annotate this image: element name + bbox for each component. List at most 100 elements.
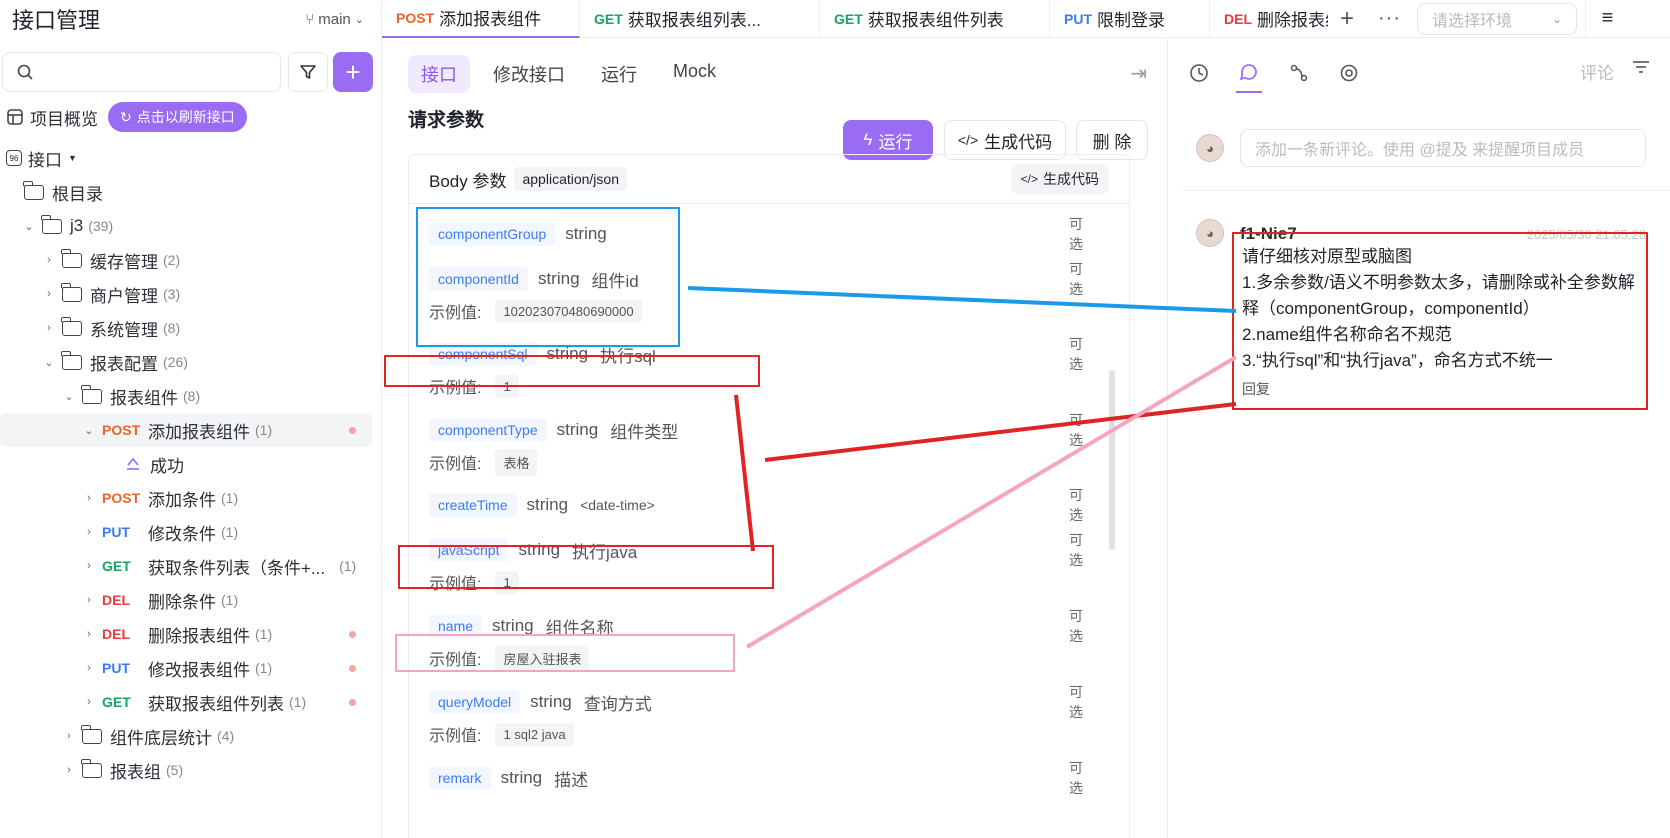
param-desc: 描述 [554,770,589,790]
chevron-right-icon: › [47,288,51,300]
tree-folder[interactable]: › 组件底层统计 (4) [0,719,372,753]
tab-item-active[interactable]: POST 添加报表组件 [382,0,580,38]
menu-button[interactable]: ≡ [1585,0,1629,38]
folder-icon [41,214,62,234]
refresh-button[interactable]: ↻ 点击以刷新接口 [108,102,247,132]
tree-example[interactable]: 成功 [0,447,372,481]
chevron-right-icon: › [87,696,91,708]
branch-selector[interactable]: ⑂ main ⌄ [305,11,364,28]
tab-item[interactable]: DEL 删除报表组 [1210,0,1328,38]
tree-folder[interactable]: ⌄ 报表配置 (26) [0,345,372,379]
comment-author-avatar: ◕ [1196,219,1224,247]
tree-count: (1) [221,592,239,608]
right-tabs [1186,53,1362,93]
history-icon[interactable] [1186,60,1212,86]
subtab-run[interactable]: 运行 [588,55,650,93]
comment-icon[interactable] [1236,53,1262,93]
comments-panel: 评论 ◕ 添加一条新评论。使用 @提及 来提醒项目成员 ◕ f1-Nie7 20… [1168,39,1670,838]
tree-count: (39) [88,218,114,234]
divider [1182,190,1670,191]
chevron-right-icon: › [87,526,91,538]
tree-endpoint[interactable]: › PUT 修改报表组件 (1) [0,651,372,685]
tree-endpoint-selected[interactable]: ⌄ POST 添加报表组件 (1) [0,413,372,447]
interfaces-section[interactable]: 96 接口 ▼ [0,141,372,175]
tree-endpoint[interactable]: › GET 获取报表组件列表 (1) [0,685,372,719]
method-badge: DEL [102,592,130,608]
example-value: 表格 [495,448,538,476]
collapse-panel-icon[interactable]: ⇥ [1130,61,1147,86]
search-input[interactable] [41,63,261,81]
tab-item[interactable]: GET 获取报表组件列表 [820,0,1050,38]
reply-link[interactable]: 回复 [1242,376,1638,402]
tree-folder-j3[interactable]: ⌄ j3 (39) [0,209,372,243]
filter-icon [300,65,316,79]
param-type: string [500,768,543,787]
tree-endpoint[interactable]: › POST 添加条件 (1) [0,481,372,515]
tree-folder[interactable]: › 报表组 (5) [0,753,372,787]
new-tab-button[interactable]: + [1328,5,1366,33]
tree-count: (1) [255,660,273,676]
filter-lines-icon[interactable] [1632,59,1650,80]
folder-icon [61,282,82,302]
tree-label: 商户管理 [90,286,158,306]
tree-endpoint[interactable]: › DEL 删除条件 (1) [0,583,372,617]
subtab-edit[interactable]: 修改接口 [480,55,578,93]
tree-folder[interactable]: › 缓存管理 (2) [0,243,372,277]
param-example: 示例值: 1 sql2 java [429,721,574,747]
param-optional: 可选 [1069,216,1083,252]
folder-icon [61,248,82,268]
branch-name: main [318,10,351,28]
tree-endpoint[interactable]: › GET 获取条件列表（条件+... (1) [0,549,372,583]
param-name: createTime [429,493,517,517]
comment-input[interactable]: 添加一条新评论。使用 @提及 来提醒项目成员 [1240,129,1646,167]
param-type: string [518,540,561,559]
tab-bar: POST 添加报表组件 GET 获取报表组列表... GET 获取报表组件列表 … [382,0,1670,38]
tree-folder[interactable]: ⌄ 报表组件 (8) [0,379,372,413]
params-scrollbar[interactable] [1109,370,1115,550]
param-example: 示例值: 房屋入驻报表 [429,644,590,672]
filter-button[interactable] [288,52,328,92]
more-tabs-button[interactable]: ··· [1366,7,1413,30]
delete-label: 删 除 [1092,132,1132,152]
tab-item[interactable]: GET 获取报表组列表... [580,0,820,38]
example-label: 示例值: [429,652,482,669]
subtab-interface[interactable]: 接口 [408,55,470,93]
param-optional: 可选 [1069,684,1083,720]
tree-label: 获取条件列表（条件+... [148,558,326,578]
add-button[interactable]: + [333,52,373,92]
param-row: remark string 描述 可选 [429,760,1083,796]
flow-icon[interactable] [1286,60,1312,86]
tree-folder[interactable]: › 系统管理 (8) [0,311,372,345]
tab-label: 删除报表组 [1257,11,1328,30]
code-icon: </> [957,132,979,148]
gen-small-label: 生成代码 [1043,171,1099,187]
environment-select[interactable]: 请选择环境 ⌄ [1417,2,1577,35]
tree-endpoint[interactable]: › PUT 修改条件 (1) [0,515,372,549]
tab-method: DEL [1224,10,1252,27]
tree-count: (8) [163,320,181,336]
gen-code-label: 生成代码 [984,132,1053,152]
tree-count: (1) [221,490,239,506]
tree-label: 获取报表组件列表 [148,694,284,714]
tab-item[interactable]: PUT 限制登录 [1050,0,1210,38]
tree-folder[interactable]: › 商户管理 (3) [0,277,372,311]
param-example: 示例值: 表格 [429,448,538,476]
overview-item[interactable]: 项目概览 ↻ 点击以刷新接口 [0,100,372,134]
subtab-mock[interactable]: Mock [660,55,729,93]
settings-icon[interactable] [1336,60,1362,86]
tree-count: (2) [163,252,181,268]
sidebar: 接口管理 ⑂ main ⌄ + 项目概览 ↻ 点击以刷新接口 96 接口 ▼ 根… [0,0,382,838]
param-row: queryModel string 查询方式 可选 [429,684,1083,720]
param-row: componentId string 组件id 可选 [429,261,1083,297]
tree-root[interactable]: 根目录 [0,175,372,209]
search-box[interactable] [2,52,281,92]
generate-code-small-button[interactable]: </> 生成代码 [1010,164,1109,194]
tree-label: 系统管理 [90,320,158,340]
tree-endpoint[interactable]: › DEL 删除报表组件 (1) [0,617,372,651]
comment-line: 请仔细核对原型或脑图 [1242,247,1412,266]
tree-label: 报表配置 [90,354,158,374]
param-desc: 执行java [572,542,638,562]
tree-count: (26) [163,354,188,370]
folder-icon [61,316,82,336]
method-badge: POST [102,422,141,438]
